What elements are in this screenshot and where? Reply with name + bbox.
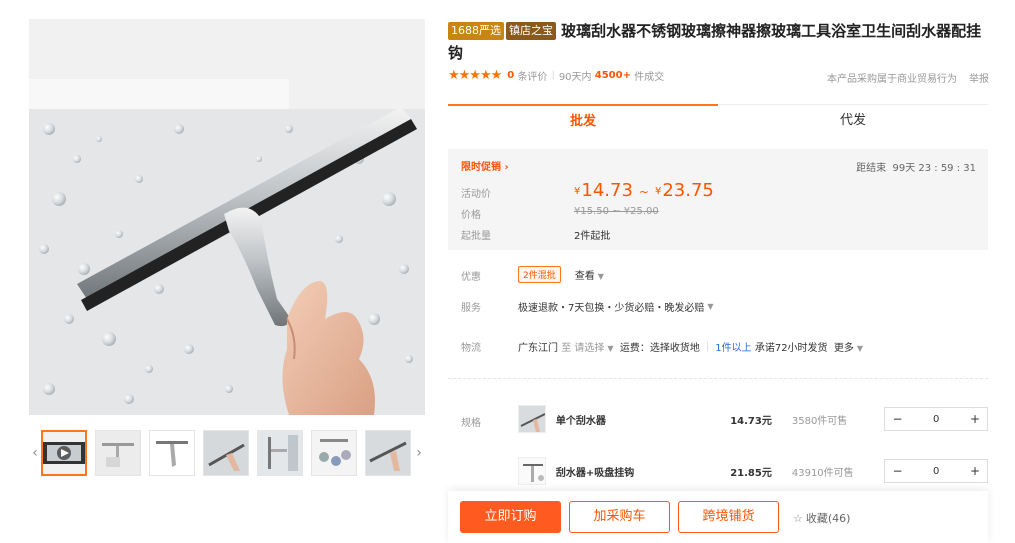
sales-count: 4500+ xyxy=(594,70,631,81)
discount-label: 优惠 xyxy=(461,272,481,283)
thumbnail-7[interactable] xyxy=(365,430,411,476)
logistics-label: 物流 xyxy=(461,343,481,354)
cross-border-button[interactable]: 跨境铺货 xyxy=(678,501,779,533)
moq-label: 起批量 xyxy=(461,231,491,242)
flash-sale-link[interactable]: 限时促销 › xyxy=(461,158,509,173)
activity-price-label: 活动价 xyxy=(461,189,491,200)
discount-view-link[interactable]: 查看 ▼ xyxy=(575,267,604,282)
countdown: 距结束 99天 23 : 59 : 31 xyxy=(856,163,976,174)
shop-treasure-badge: 镇店之宝 xyxy=(506,22,556,40)
thumbnail-prev-button[interactable]: ‹ xyxy=(29,430,41,476)
quantity-input[interactable]: 0 xyxy=(909,414,963,425)
video-play-icon xyxy=(43,442,85,464)
discount-row: 2件混批 查看 ▼ xyxy=(518,266,604,283)
star-icon: ☆ xyxy=(793,512,803,525)
thumbnail-5[interactable] xyxy=(257,430,303,476)
original-price: ¥15.50 ~ ¥25.00 xyxy=(574,206,659,217)
service-dropdown[interactable]: 极速退款・7天包换・少货必赔・晚发必赔 ▼ xyxy=(518,299,714,314)
business-info: 本产品采购属于商业贸易行为 举报 xyxy=(815,70,989,85)
price-box: 限时促销 › 距结束 99天 23 : 59 : 31 活动价 ¥14.73 ~ ¥… xyxy=(448,149,988,250)
action-bar: 立即订购 加采购车 跨境铺货 ☆ 收藏(46) xyxy=(448,491,988,543)
qty-threshold: 1件以上 xyxy=(715,343,752,354)
sku-name: 单个刮水器 xyxy=(555,415,606,427)
business-note: 本产品采购属于商业贸易行为 xyxy=(827,74,957,85)
increase-button[interactable]: + xyxy=(963,412,987,426)
sku-row: 单个刮水器 14.73元 3580件可售 − 0 + xyxy=(518,402,988,436)
review-count[interactable]: 0 xyxy=(507,70,514,81)
ship-origin: 广东江门 xyxy=(518,343,558,354)
ship-promise: 承诺72小时发货 xyxy=(754,343,828,354)
product-main-image[interactable] xyxy=(29,19,425,415)
brand-badge: 1688严选 xyxy=(448,22,504,40)
product-title-row: 1688严选 镇店之宝 玻璃刮水器不锈钢玻璃擦神器擦玻璃工具浴室卫生间刮水器配挂钩 xyxy=(448,20,993,64)
quantity-stepper: − 0 + xyxy=(884,407,988,431)
favorite-button[interactable]: ☆ 收藏(46) xyxy=(793,510,850,526)
squeegee-photo xyxy=(29,19,425,415)
moq-value: 2件起批 xyxy=(574,231,611,242)
thumbnail-2[interactable] xyxy=(95,430,141,476)
logistics-more-link[interactable]: 更多 ▼ xyxy=(834,339,863,354)
decrease-button[interactable]: − xyxy=(885,464,909,478)
quantity-input[interactable]: 0 xyxy=(909,466,963,477)
destination-select[interactable]: 请选择 ▼ xyxy=(574,339,613,354)
sku-label: 规格 xyxy=(461,418,481,429)
price-low: 14.73 xyxy=(581,180,633,201)
logistics-row: 广东江门 至 请选择 ▼ 运费：选择收货地 | 1件以上 承诺72小时发货 更多 ▼ xyxy=(518,339,864,354)
quantity-stepper: − 0 + xyxy=(884,459,988,483)
sku-thumbnail[interactable] xyxy=(518,457,546,485)
thumbnail-video[interactable] xyxy=(41,430,87,476)
sku-stock: 43910件可售 xyxy=(791,467,854,479)
sku-name: 刮水器+吸盘挂钩 xyxy=(555,467,635,479)
sales-period-label: 90天内 xyxy=(558,72,592,83)
tab-dropship[interactable]: 代发 xyxy=(718,104,988,138)
tab-wholesale[interactable]: 批发 xyxy=(448,104,718,138)
chevron-down-icon: ▼ xyxy=(607,344,614,353)
order-now-button[interactable]: 立即订购 xyxy=(460,501,561,533)
sku-row: 刮水器+吸盘挂钩 21.85元 43910件可售 − 0 + xyxy=(518,454,988,488)
review-count-label[interactable]: 条评价 xyxy=(517,68,547,83)
increase-button[interactable]: + xyxy=(963,464,987,478)
sku-price: 21.85元 xyxy=(730,467,772,479)
divider xyxy=(448,378,988,379)
activity-price: ¥14.73 ~ ¥23.75 xyxy=(574,180,714,201)
purchase-mode-tabs: 批发 代发 xyxy=(448,104,988,138)
sales-label: 件成交 xyxy=(634,72,665,83)
sku-thumbnail[interactable] xyxy=(518,405,546,433)
mixed-batch-tag: 2件混批 xyxy=(518,266,561,283)
chevron-down-icon: ▼ xyxy=(597,272,604,281)
thumbnail-next-button[interactable]: › xyxy=(413,430,425,476)
chevron-down-icon: ▼ xyxy=(856,344,864,353)
thumbnail-strip: ‹ › xyxy=(29,430,425,476)
sku-stock: 3580件可售 xyxy=(791,415,848,427)
decrease-button[interactable]: − xyxy=(885,412,909,426)
price-high: 23.75 xyxy=(662,180,714,201)
sku-price: 14.73元 xyxy=(730,415,772,427)
chevron-down-icon: ▼ xyxy=(707,302,714,311)
thumbnail-6[interactable] xyxy=(311,430,357,476)
thumbnail-3[interactable] xyxy=(149,430,195,476)
add-to-cart-button[interactable]: 加采购车 xyxy=(569,501,670,533)
original-price-label: 价格 xyxy=(461,210,481,221)
rating-row: ★★★★★ 0 条评价 | 90天内 4500+ 件成交 xyxy=(448,68,665,83)
thumbnail-4[interactable] xyxy=(203,430,249,476)
report-link[interactable]: 举报 xyxy=(969,74,989,85)
rating-stars-icon: ★★★★★ xyxy=(448,68,502,83)
service-label: 服务 xyxy=(461,303,481,314)
countdown-timer: 99天 23 : 59 : 31 xyxy=(892,163,976,174)
freight-text: 运费：选择收货地 xyxy=(619,343,700,354)
